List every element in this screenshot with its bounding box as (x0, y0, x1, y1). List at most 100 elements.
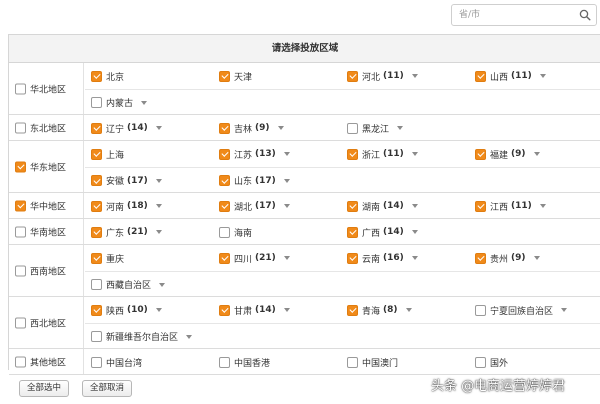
checkbox-box[interactable] (15, 356, 26, 367)
province-checkbox[interactable]: 陕西 (10) (91, 297, 162, 323)
search-box[interactable] (451, 4, 597, 26)
province-checkbox[interactable]: 湖北 (17) (219, 193, 290, 219)
checkbox-box[interactable] (91, 331, 102, 342)
checkbox-box[interactable] (15, 317, 26, 328)
province-checkbox[interactable]: 山西 (11) (475, 63, 546, 89)
chevron-down-icon[interactable] (186, 334, 193, 339)
checkbox-box[interactable] (219, 148, 230, 160)
region-checkbox[interactable]: 东北地区 (15, 121, 66, 134)
province-checkbox[interactable]: 吉林 (9) (219, 115, 284, 141)
checkbox-box[interactable] (475, 252, 486, 264)
chevron-down-icon[interactable] (283, 256, 290, 260)
province-checkbox[interactable]: 海南 (219, 219, 252, 245)
chevron-down-icon[interactable] (155, 308, 162, 312)
province-checkbox[interactable]: 河北 (11) (347, 63, 418, 89)
province-checkbox[interactable]: 辽宁 (14) (91, 115, 162, 141)
chevron-down-icon[interactable] (155, 204, 162, 208)
chevron-down-icon[interactable] (283, 308, 290, 312)
region-checkbox[interactable]: 华南地区 (15, 225, 66, 238)
province-checkbox[interactable]: 福建 (9) (475, 141, 540, 167)
checkbox-box[interactable] (219, 200, 230, 212)
province-checkbox[interactable]: 青海 (8) (347, 297, 412, 323)
region-checkbox[interactable]: 华北地区 (15, 82, 66, 95)
province-checkbox[interactable]: 河南 (18) (91, 193, 162, 219)
province-checkbox[interactable]: 重庆 (91, 245, 124, 271)
chevron-down-icon[interactable] (411, 74, 418, 78)
checkbox-box[interactable] (91, 148, 102, 160)
region-checkbox[interactable]: 华中地区 (15, 199, 66, 212)
chevron-down-icon[interactable] (539, 74, 546, 78)
checkbox-box[interactable] (219, 70, 230, 82)
checkbox-box[interactable] (347, 304, 358, 316)
province-checkbox[interactable]: 甘肃 (14) (219, 297, 290, 323)
checkbox-box[interactable] (91, 70, 102, 82)
province-checkbox[interactable]: 广西 (14) (347, 219, 418, 245)
chevron-down-icon[interactable] (539, 204, 546, 208)
province-checkbox[interactable]: 黑龙江 (347, 115, 404, 141)
province-checkbox[interactable]: 上海 (91, 141, 124, 167)
checkbox-box[interactable] (347, 70, 358, 82)
chevron-down-icon[interactable] (411, 256, 418, 260)
deselect-all-button[interactable]: 全部取消 (82, 380, 132, 397)
province-checkbox[interactable]: 山东 (17) (219, 168, 290, 193)
checkbox-box[interactable] (91, 175, 102, 186)
province-checkbox[interactable]: 广东 (21) (91, 219, 162, 245)
chevron-down-icon[interactable] (141, 100, 148, 105)
search-icon[interactable] (579, 9, 591, 21)
chevron-down-icon[interactable] (155, 126, 162, 130)
checkbox-box[interactable] (347, 200, 358, 212)
checkbox-box[interactable] (91, 226, 102, 238)
checkbox-box[interactable] (15, 83, 26, 94)
checkbox-box[interactable] (91, 252, 102, 264)
province-checkbox[interactable]: 江西 (11) (475, 193, 546, 219)
chevron-down-icon[interactable] (411, 152, 418, 156)
checkbox-box[interactable] (15, 200, 26, 211)
checkbox-box[interactable] (475, 148, 486, 160)
chevron-down-icon[interactable] (277, 126, 284, 130)
checkbox-box[interactable] (91, 304, 102, 316)
checkbox-box[interactable] (91, 279, 102, 290)
chevron-down-icon[interactable] (561, 308, 568, 312)
checkbox-box[interactable] (347, 148, 358, 160)
region-checkbox[interactable]: 华东地区 (15, 160, 66, 173)
checkbox-box[interactable] (15, 265, 26, 276)
province-checkbox[interactable]: 天津 (219, 63, 252, 89)
province-checkbox[interactable]: 中国澳门 (347, 349, 398, 375)
province-checkbox[interactable]: 国外 (475, 349, 508, 375)
chevron-down-icon[interactable] (283, 152, 290, 156)
checkbox-box[interactable] (219, 356, 230, 368)
chevron-down-icon[interactable] (533, 256, 540, 260)
region-checkbox[interactable]: 西北地区 (15, 316, 66, 329)
search-input[interactable] (452, 5, 576, 25)
province-checkbox[interactable]: 四川 (21) (219, 245, 290, 271)
province-checkbox[interactable]: 西藏自治区 (91, 272, 166, 297)
chevron-down-icon[interactable] (533, 152, 540, 156)
chevron-down-icon[interactable] (411, 230, 418, 234)
checkbox-box[interactable] (219, 122, 230, 134)
province-checkbox[interactable]: 内蒙古 (91, 90, 148, 115)
checkbox-box[interactable] (475, 356, 486, 368)
chevron-down-icon[interactable] (283, 204, 290, 208)
checkbox-box[interactable] (91, 122, 102, 134)
province-checkbox[interactable]: 贵州 (9) (475, 245, 540, 271)
checkbox-box[interactable] (219, 226, 230, 238)
checkbox-box[interactable] (475, 200, 486, 212)
checkbox-box[interactable] (347, 252, 358, 264)
province-checkbox[interactable]: 江苏 (13) (219, 141, 290, 167)
checkbox-box[interactable] (347, 226, 358, 238)
checkbox-box[interactable] (91, 200, 102, 212)
region-checkbox[interactable]: 西南地区 (15, 264, 66, 277)
checkbox-box[interactable] (91, 97, 102, 108)
province-checkbox[interactable]: 湖南 (14) (347, 193, 418, 219)
chevron-down-icon[interactable] (159, 282, 166, 287)
province-checkbox[interactable]: 新疆维吾尔自治区 (91, 324, 193, 349)
select-all-button[interactable]: 全部选中 (19, 380, 69, 397)
province-checkbox[interactable]: 北京 (91, 63, 124, 89)
chevron-down-icon[interactable] (397, 126, 404, 130)
checkbox-box[interactable] (475, 304, 486, 316)
checkbox-box[interactable] (347, 356, 358, 368)
checkbox-box[interactable] (219, 252, 230, 264)
checkbox-box[interactable] (15, 122, 26, 133)
chevron-down-icon[interactable] (155, 178, 162, 183)
province-checkbox[interactable]: 中国台湾 (91, 349, 142, 375)
